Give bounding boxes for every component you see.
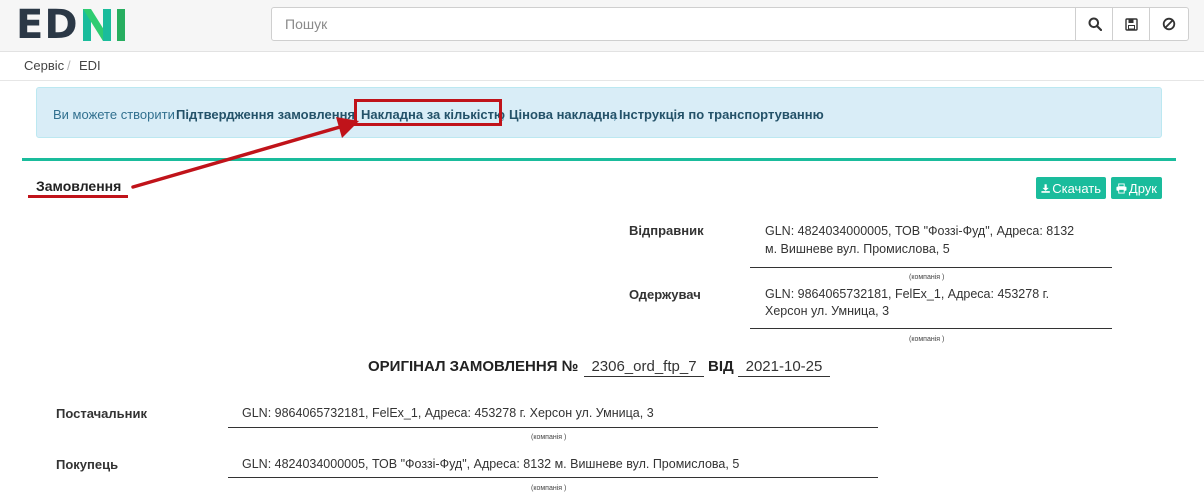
annotation-arrow	[131, 117, 359, 189]
